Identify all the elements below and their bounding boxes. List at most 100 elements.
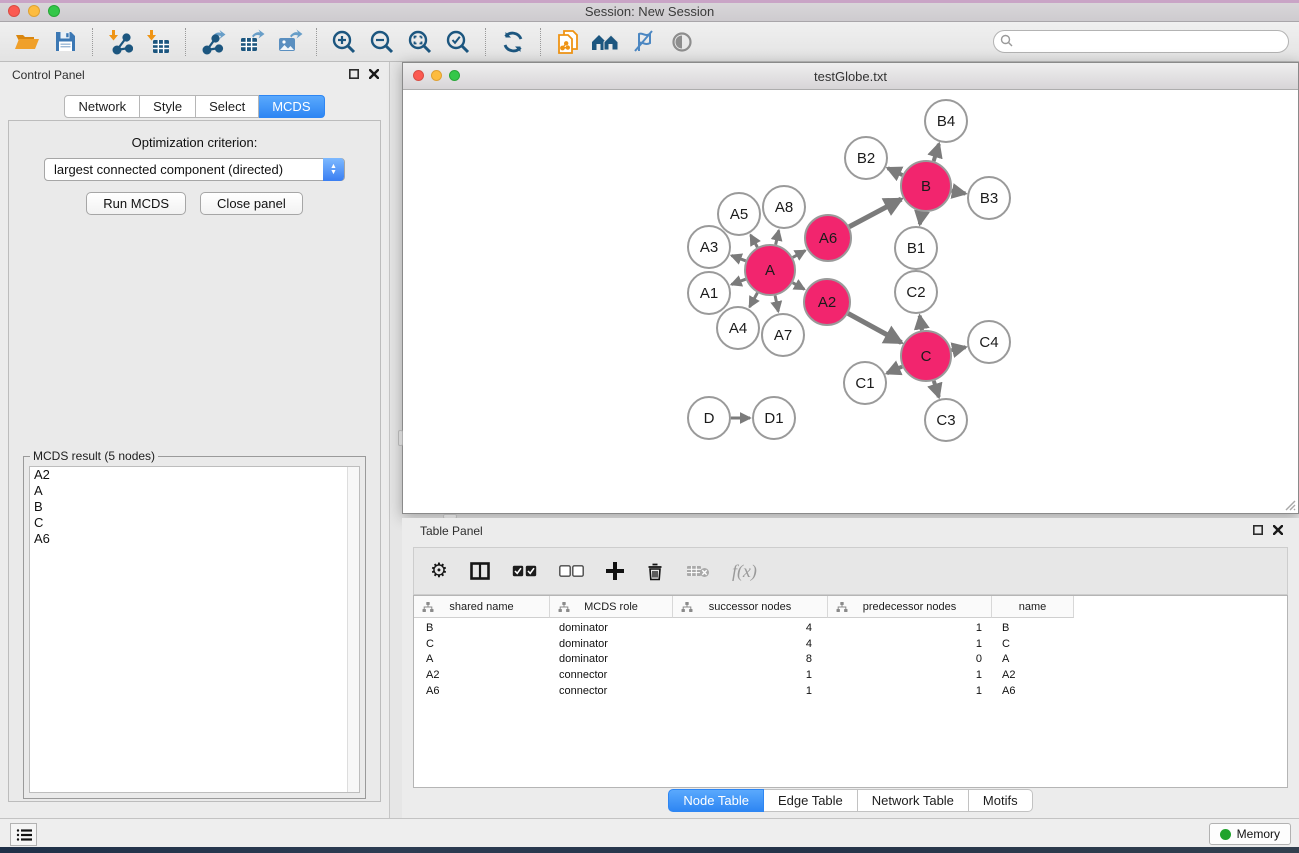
graph-edge-A-A7[interactable] — [775, 295, 778, 311]
deselect-all-columns-button[interactable] — [559, 565, 584, 577]
birds-eye-toggle-button[interactable] — [663, 26, 701, 58]
graph-edge-A-A4[interactable] — [750, 293, 758, 307]
search-input[interactable] — [993, 30, 1289, 53]
zoom-in-button[interactable] — [325, 26, 363, 58]
table-cell[interactable]: C — [992, 637, 1074, 653]
result-list-scrollbar[interactable] — [347, 467, 359, 792]
table-cell[interactable]: 1 — [828, 684, 992, 700]
zoom-fit-button[interactable] — [401, 26, 439, 58]
graph-edge-A-A6[interactable] — [793, 251, 805, 258]
create-column-button[interactable] — [606, 562, 624, 580]
graph-edge-A-A3[interactable] — [731, 255, 745, 260]
close-panel-button[interactable]: Close panel — [200, 192, 303, 215]
float-panel-icon[interactable] — [1253, 525, 1263, 535]
graph-edge-A-A8[interactable] — [776, 230, 779, 244]
float-panel-icon[interactable] — [349, 69, 359, 79]
graph-node-D[interactable]: D — [688, 397, 730, 439]
column-layout-button[interactable] — [470, 562, 490, 580]
table-cell[interactable]: dominator — [550, 652, 673, 668]
graph-node-B4[interactable]: B4 — [925, 100, 967, 142]
import-table-button[interactable] — [139, 26, 177, 58]
graph-node-C1[interactable]: C1 — [844, 362, 886, 404]
graph-edge-A-A5[interactable] — [751, 235, 758, 247]
result-item[interactable]: C — [30, 515, 359, 531]
table-cell[interactable]: connector — [550, 668, 673, 684]
table-cell[interactable]: A6 — [414, 684, 550, 700]
graph-node-C4[interactable]: C4 — [968, 321, 1010, 363]
graph-edge-B-B3[interactable] — [952, 191, 966, 194]
task-history-button[interactable] — [10, 823, 37, 846]
graph-edge-B-B1[interactable] — [920, 212, 922, 225]
table-cell[interactable]: 4 — [673, 637, 828, 653]
column-header-successor-nodes[interactable]: successor nodes — [673, 596, 828, 618]
column-header-shared-name[interactable]: shared name — [414, 596, 550, 618]
zoom-out-button[interactable] — [363, 26, 401, 58]
graph-node-A7[interactable]: A7 — [762, 314, 804, 356]
graph-edge-A2-C[interactable] — [848, 313, 901, 342]
save-session-button[interactable] — [46, 26, 84, 58]
close-panel-icon[interactable] — [369, 69, 379, 79]
export-network-button[interactable] — [194, 26, 232, 58]
table-row[interactable]: A2connector11A2 — [414, 668, 1287, 684]
tab-mcds[interactable]: MCDS — [259, 95, 324, 118]
table-cell[interactable]: 0 — [828, 652, 992, 668]
graph-edge-A-A1[interactable] — [731, 279, 745, 284]
tab-motifs[interactable]: Motifs — [969, 789, 1033, 812]
graph-node-A6[interactable]: A6 — [805, 215, 851, 261]
table-row[interactable]: A6connector11A6 — [414, 684, 1287, 700]
result-item[interactable]: A2 — [30, 467, 359, 483]
graph-edge-A6-B[interactable] — [849, 199, 901, 227]
table-cell[interactable]: 1 — [673, 684, 828, 700]
result-item[interactable]: A6 — [30, 531, 359, 547]
resize-grip-icon[interactable] — [1283, 498, 1296, 511]
cybrowser-home-button[interactable] — [587, 26, 625, 58]
table-cell[interactable]: A2 — [414, 668, 550, 684]
graph-node-A4[interactable]: A4 — [717, 307, 759, 349]
graph-node-B[interactable]: B — [901, 161, 951, 211]
table-cell[interactable]: connector — [550, 684, 673, 700]
table-settings-button[interactable]: ⚙ — [430, 560, 448, 583]
network-window-titlebar[interactable]: testGlobe.txt — [403, 63, 1298, 90]
open-session-button[interactable] — [8, 26, 46, 58]
graph-edge-B-B2[interactable] — [888, 168, 903, 175]
graph-node-A[interactable]: A — [745, 245, 795, 295]
table-cell[interactable]: 1 — [828, 637, 992, 653]
graph-edge-A-A2[interactable] — [793, 283, 805, 290]
table-cell[interactable]: 1 — [828, 668, 992, 684]
result-item[interactable]: B — [30, 499, 359, 515]
graph-node-C3[interactable]: C3 — [925, 399, 967, 441]
table-cell[interactable]: A2 — [992, 668, 1074, 684]
result-item[interactable]: A — [30, 483, 359, 499]
graphics-details-button[interactable] — [625, 26, 663, 58]
column-header-name[interactable]: name — [992, 596, 1074, 618]
table-cell[interactable]: A — [992, 652, 1074, 668]
clone-network-button[interactable] — [549, 26, 587, 58]
graph-edge-B-B4[interactable] — [934, 144, 939, 161]
close-panel-icon[interactable] — [1273, 525, 1283, 535]
export-table-button[interactable] — [232, 26, 270, 58]
graph-node-D1[interactable]: D1 — [753, 397, 795, 439]
graph-edge-C-C4[interactable] — [951, 347, 965, 350]
tab-node-table[interactable]: Node Table — [668, 789, 764, 812]
tab-edge-table[interactable]: Edge Table — [764, 789, 858, 812]
graph-node-C[interactable]: C — [901, 331, 951, 381]
table-cell[interactable]: A — [414, 652, 550, 668]
table-row[interactable]: Cdominator41C — [414, 637, 1287, 653]
export-image-button[interactable] — [270, 26, 308, 58]
delete-column-button[interactable] — [646, 562, 664, 581]
table-cell[interactable]: dominator — [550, 637, 673, 653]
graph-node-A2[interactable]: A2 — [804, 279, 850, 325]
criterion-dropdown[interactable]: largest connected component (directed) ▲… — [44, 158, 345, 181]
tab-network-table[interactable]: Network Table — [858, 789, 969, 812]
function-builder-button[interactable]: f(x) — [732, 561, 757, 582]
graph-node-B3[interactable]: B3 — [968, 177, 1010, 219]
table-row[interactable]: Adominator80A — [414, 652, 1287, 668]
column-header-predecessor-nodes[interactable]: predecessor nodes — [828, 596, 992, 618]
graph-edge-C-C3[interactable] — [934, 381, 939, 397]
table-cell[interactable]: dominator — [550, 621, 673, 637]
run-mcds-button[interactable]: Run MCDS — [86, 192, 186, 215]
table-cell[interactable]: B — [992, 621, 1074, 637]
table-cell[interactable]: 1 — [828, 621, 992, 637]
graph-node-A1[interactable]: A1 — [688, 272, 730, 314]
graph-edge-C-C2[interactable] — [920, 316, 922, 331]
